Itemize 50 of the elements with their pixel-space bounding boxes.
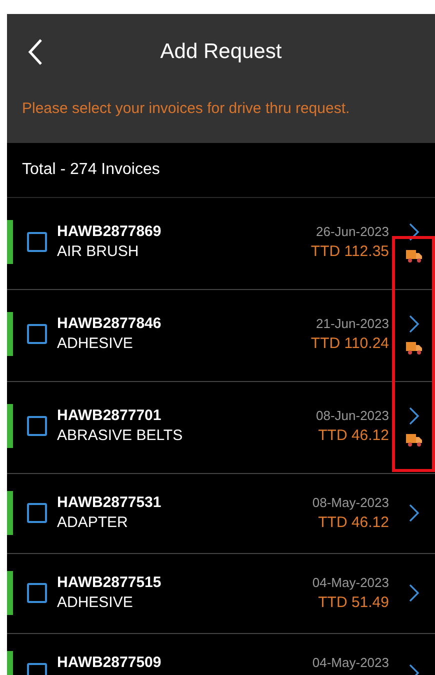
status-bar — [7, 220, 13, 264]
chevron-right-icon[interactable] — [408, 314, 420, 334]
instruction-text: Please select your invoices for drive thru request. — [22, 99, 350, 119]
invoice-date: 04-May-2023 — [312, 574, 389, 592]
invoice-number: HAWB2877515 — [57, 573, 162, 593]
chevron-right-icon[interactable] — [408, 583, 420, 603]
invoice-row[interactable]: HAWB2877515 ADHESIVE 04-May-2023 TTD 51.49 — [7, 554, 435, 634]
invoice-row[interactable]: HAWB2877701 ABRASIVE BELTS 08-Jun-2023 TTD 46.12 — [7, 382, 435, 474]
invoice-total: Total - 274 Invoices — [22, 160, 160, 180]
invoice-number: HAWB2877701 — [57, 406, 162, 426]
invoice-number: HAWB2877869 — [57, 222, 162, 242]
invoice-number: HAWB2877531 — [57, 493, 162, 513]
invoice-date: 04-May-2023 — [312, 654, 389, 672]
status-bar — [7, 404, 13, 448]
page-title: Add Request — [160, 39, 282, 66]
invoice-amount: TTD 51.49 — [318, 593, 389, 613]
item-name: AIR BRUSH — [57, 242, 140, 262]
truck-icon — [406, 342, 422, 354]
checkbox[interactable] — [27, 583, 47, 603]
invoice-amount: TTD 110.24 — [310, 334, 389, 354]
item-name: ADHESIVE — [57, 334, 134, 354]
invoice-amount: TTD 112.35 — [310, 242, 389, 262]
invoice-date: 08-May-2023 — [312, 494, 389, 512]
invoice-row[interactable]: HAWB2877531 ADAPTER 08-May-2023 TTD 46.12 — [7, 474, 435, 554]
truck-icon — [406, 250, 422, 262]
invoice-amount: TTD 46.12 — [318, 513, 389, 533]
status-bar — [7, 571, 13, 615]
invoice-number: HAWB2877509 — [57, 653, 162, 673]
checkbox[interactable] — [27, 324, 47, 344]
invoice-amount: TTD 46.12 — [318, 426, 389, 446]
item-name: ADAPTER — [57, 513, 129, 533]
checkbox[interactable] — [27, 416, 47, 436]
status-bar — [7, 491, 13, 535]
invoice-row[interactable]: HAWB2877869 AIR BRUSH 26-Jun-2023 TTD 112.35 — [7, 198, 435, 290]
truck-icon — [406, 434, 422, 446]
invoice-row[interactable]: HAWB2877846 ADHESIVE 21-Jun-2023 TTD 110.24 — [7, 290, 435, 382]
invoice-date: 08-Jun-2023 — [316, 407, 389, 425]
chevron-right-icon[interactable] — [408, 406, 420, 426]
invoice-date: 21-Jun-2023 — [316, 315, 389, 333]
invoice-number: HAWB2877846 — [57, 314, 162, 334]
chevron-right-icon[interactable] — [408, 222, 420, 242]
invoice-date: 26-Jun-2023 — [316, 223, 389, 241]
checkbox[interactable] — [27, 232, 47, 252]
chevron-right-icon[interactable] — [408, 503, 420, 523]
back-icon[interactable] — [27, 38, 43, 66]
checkbox[interactable] — [27, 503, 47, 523]
invoice-row[interactable]: HAWB2877509 04-May-2023 — [7, 634, 435, 675]
item-name: ADHESIVE — [57, 593, 134, 613]
item-name: ABRASIVE BELTS — [57, 426, 184, 446]
status-bar — [7, 312, 13, 356]
